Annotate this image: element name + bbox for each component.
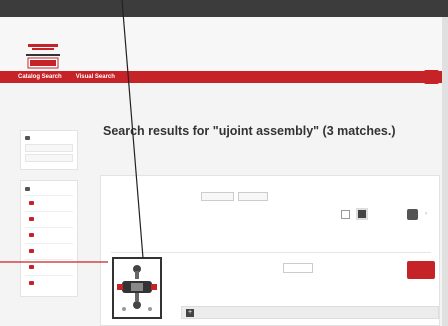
nav-catalog-search[interactable]: Catalog Search xyxy=(18,74,62,80)
filter-item-icon xyxy=(29,248,34,253)
product-attributes-toggle[interactable]: + xyxy=(181,306,439,319)
filter-item-icon xyxy=(29,264,34,269)
category-title xyxy=(25,136,73,140)
category-icon xyxy=(25,136,30,140)
add-to-cart-button[interactable] xyxy=(407,261,435,279)
filter-icon xyxy=(25,187,30,191)
site-header: ▾ xyxy=(0,17,448,84)
filter-item-icon xyxy=(29,216,34,221)
scrollbar[interactable] xyxy=(442,17,448,326)
app-window: ▾ Catalog Search Visual Search xyxy=(0,0,448,326)
quantity-field[interactable] xyxy=(283,263,313,273)
left-sidebar xyxy=(20,130,78,307)
chevron-right-icon[interactable]: › xyxy=(425,211,427,217)
list-view-icon[interactable] xyxy=(341,210,350,219)
grid-view-icon[interactable] xyxy=(356,208,368,220)
category-panel xyxy=(20,130,78,170)
results-panel: › + xyxy=(100,175,440,326)
filter-item[interactable] xyxy=(25,259,73,275)
filter-item[interactable] xyxy=(25,195,73,211)
category-item[interactable] xyxy=(25,144,73,152)
did-you-mean xyxy=(103,142,433,148)
filter-item-icon xyxy=(29,200,34,205)
filter-item[interactable] xyxy=(25,275,73,291)
filter-item-icon xyxy=(29,232,34,237)
category-item[interactable] xyxy=(25,154,73,162)
filter-title xyxy=(25,187,73,191)
page-title: Search results for "ujoint assembly" (3 … xyxy=(103,124,396,138)
filter-item[interactable] xyxy=(25,227,73,243)
nav-visual-search[interactable]: Visual Search xyxy=(76,74,115,80)
page-number-button[interactable] xyxy=(407,209,418,220)
filter-item[interactable] xyxy=(25,243,73,259)
product-image[interactable] xyxy=(112,257,162,319)
divider xyxy=(111,252,431,253)
utility-bar xyxy=(0,0,448,17)
plus-icon: + xyxy=(186,308,194,317)
sort-dropdown[interactable] xyxy=(201,192,234,201)
main-nav: Catalog Search Visual Search xyxy=(0,71,448,83)
filter-item[interactable] xyxy=(25,211,73,227)
universal-joint-icon xyxy=(117,265,157,311)
per-page-dropdown[interactable] xyxy=(238,192,268,201)
filter-item-icon xyxy=(29,280,34,285)
filter-panel xyxy=(20,180,78,297)
